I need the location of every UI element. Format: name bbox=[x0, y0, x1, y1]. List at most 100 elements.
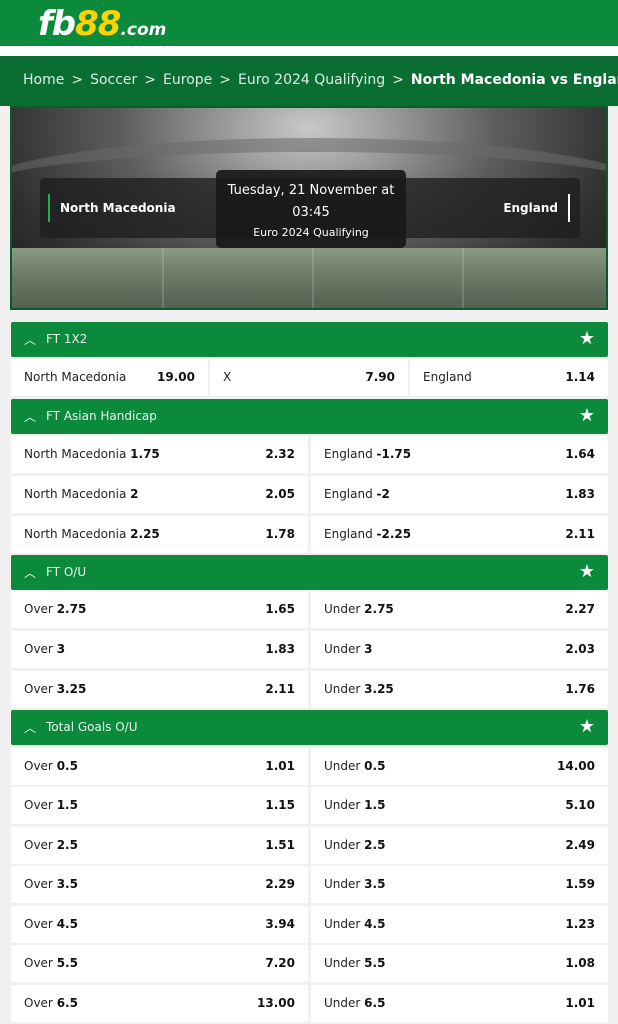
selection-label: Over 3.5 bbox=[24, 877, 78, 891]
breadcrumb-europe[interactable]: Europe bbox=[163, 72, 212, 88]
handicap-line: -2 bbox=[376, 487, 390, 501]
goal-line: 4.5 bbox=[364, 917, 386, 931]
pitch-stripe bbox=[162, 248, 164, 308]
odds-value: 2.27 bbox=[565, 602, 595, 616]
handicap-line: 2 bbox=[130, 487, 139, 501]
odds-cell-over[interactable]: Over 2.75 1.65 bbox=[11, 591, 308, 628]
total-goals-row: Over 1.5 1.15 Under 1.5 5.10 bbox=[11, 787, 608, 824]
handicap-line: 1.75 bbox=[130, 447, 160, 461]
odds-cell-over[interactable]: Over 6.5 13.00 bbox=[11, 985, 308, 1022]
odds-cell-over[interactable]: Over 3.5 2.29 bbox=[11, 866, 308, 903]
odds-cell-under[interactable]: Under 0.5 14.00 bbox=[311, 748, 608, 785]
under-label: Under bbox=[324, 956, 361, 970]
under-label: Under bbox=[324, 759, 361, 773]
over-label: Over bbox=[24, 838, 53, 852]
odds-cell-under[interactable]: Under 3.5 1.59 bbox=[311, 866, 608, 903]
selection-label: Over 2.5 bbox=[24, 838, 78, 852]
odds-cell-under[interactable]: Under 2.75 2.27 bbox=[311, 591, 608, 628]
odds-cell-draw[interactable]: X 7.90 bbox=[210, 359, 408, 396]
goal-line: 2.75 bbox=[364, 602, 394, 616]
market-title: FT Asian Handicap bbox=[46, 409, 157, 423]
selection-label: North Macedonia bbox=[24, 370, 127, 384]
selection-label: Over 2.75 bbox=[24, 602, 86, 616]
fb88-logo[interactable]: fb88.com bbox=[38, 4, 166, 44]
odds-value: 3.94 bbox=[265, 917, 295, 931]
odds-cell-away[interactable]: England -2.25 2.11 bbox=[311, 516, 608, 553]
odds-cell-over[interactable]: Over 4.5 3.94 bbox=[11, 906, 308, 943]
chevron-up-icon[interactable]: ︿ bbox=[24, 408, 36, 425]
star-icon[interactable]: ★ bbox=[579, 405, 595, 426]
breadcrumb-league[interactable]: Euro 2024 Qualifying bbox=[238, 72, 385, 88]
over-label: Over bbox=[24, 602, 53, 616]
odds-cell-under[interactable]: Under 3 2.03 bbox=[311, 631, 608, 668]
odds-cell-under[interactable]: Under 3.25 1.76 bbox=[311, 671, 608, 708]
match-datetime-box: Tuesday, 21 November at 03:45 Euro 2024 Q… bbox=[216, 170, 406, 248]
selection-label: England -2 bbox=[324, 487, 390, 501]
selection-label: Under 0.5 bbox=[324, 759, 385, 773]
match-hero-banner: North Macedonia England Tuesday, 21 Nove… bbox=[10, 106, 608, 310]
over-label: Over bbox=[24, 996, 53, 1010]
odds-cell-over[interactable]: Over 2.5 1.51 bbox=[11, 827, 308, 864]
odds-cell-home[interactable]: North Macedonia 19.00 bbox=[11, 359, 208, 396]
odds-cell-under[interactable]: Under 4.5 1.23 bbox=[311, 906, 608, 943]
goal-line: 6.5 bbox=[56, 996, 78, 1010]
odds-cell-under[interactable]: Under 2.5 2.49 bbox=[311, 827, 608, 864]
handicap-row: North Macedonia 2.25 1.78 England -2.25 … bbox=[11, 516, 608, 553]
selection-label: Over 6.5 bbox=[24, 996, 78, 1010]
odds-value: 2.03 bbox=[565, 642, 595, 656]
ft-1x2-row: North Macedonia 19.00 X 7.90 England 1.1… bbox=[11, 359, 608, 396]
odds-value: 13.00 bbox=[257, 996, 295, 1010]
odds-cell-away[interactable]: England 1.14 bbox=[410, 359, 608, 396]
goal-line: 3.5 bbox=[56, 877, 78, 891]
chevron-up-icon[interactable]: ︿ bbox=[24, 719, 36, 736]
logo-fb: fb bbox=[38, 4, 76, 44]
breadcrumb-bar: Home > Soccer > Europe > Euro 2024 Qualifying >… bbox=[0, 56, 618, 106]
total-goals-row: Over 2.5 1.51 Under 2.5 2.49 bbox=[11, 827, 608, 864]
odds-value: 1.83 bbox=[265, 642, 295, 656]
odds-cell-away[interactable]: England -1.75 1.64 bbox=[311, 436, 608, 473]
selection-label: England -2.25 bbox=[324, 527, 411, 541]
total-goals-row: Over 4.5 3.94 Under 4.5 1.23 bbox=[11, 906, 608, 943]
goal-line: 2.5 bbox=[364, 838, 386, 852]
market-header-ft-ou[interactable]: ︿ FT O/U ★ bbox=[11, 555, 608, 590]
chevron-up-icon[interactable]: ︿ bbox=[24, 564, 36, 581]
odds-cell-over[interactable]: Over 0.5 1.01 bbox=[11, 748, 308, 785]
odds-value: 1.51 bbox=[265, 838, 295, 852]
selection-label: Under 3.25 bbox=[324, 682, 394, 696]
odds-cell-home[interactable]: North Macedonia 2.25 1.78 bbox=[11, 516, 308, 553]
breadcrumb-separator: > bbox=[71, 72, 84, 88]
odds-value: 2.05 bbox=[265, 487, 295, 501]
odds-value: 1.14 bbox=[565, 370, 595, 384]
odds-cell-away[interactable]: England -2 1.83 bbox=[311, 476, 608, 513]
team-name: North Macedonia bbox=[24, 447, 127, 461]
chevron-up-icon[interactable]: ︿ bbox=[24, 331, 36, 348]
odds-cell-under[interactable]: Under 5.5 1.08 bbox=[311, 945, 608, 982]
odds-cell-home[interactable]: North Macedonia 1.75 2.32 bbox=[11, 436, 308, 473]
breadcrumb-home[interactable]: Home bbox=[23, 72, 64, 88]
handicap-row: North Macedonia 1.75 2.32 England -1.75 … bbox=[11, 436, 608, 473]
odds-cell-home[interactable]: North Macedonia 2 2.05 bbox=[11, 476, 308, 513]
breadcrumb-soccer[interactable]: Soccer bbox=[90, 72, 137, 88]
star-icon[interactable]: ★ bbox=[579, 561, 595, 582]
odds-cell-over[interactable]: Over 3 1.83 bbox=[11, 631, 308, 668]
odds-cell-over[interactable]: Over 3.25 2.11 bbox=[11, 671, 308, 708]
under-label: Under bbox=[324, 798, 361, 812]
selection-label: North Macedonia 2.25 bbox=[24, 527, 160, 541]
market-header-total-goals[interactable]: ︿ Total Goals O/U ★ bbox=[11, 710, 608, 745]
odds-cell-under[interactable]: Under 6.5 1.01 bbox=[311, 985, 608, 1022]
star-icon[interactable]: ★ bbox=[579, 328, 595, 349]
selection-label: Under 2.5 bbox=[324, 838, 385, 852]
away-team-name: England bbox=[503, 194, 570, 222]
selection-label: England -1.75 bbox=[324, 447, 411, 461]
odds-cell-over[interactable]: Over 5.5 7.20 bbox=[11, 945, 308, 982]
breadcrumb-current: North Macedonia vs England bbox=[410, 72, 618, 88]
market-header-asian-handicap[interactable]: ︿ FT Asian Handicap ★ bbox=[11, 399, 608, 434]
odds-value: 1.83 bbox=[565, 487, 595, 501]
breadcrumb-separator: > bbox=[144, 72, 157, 88]
goal-line: 3.25 bbox=[364, 682, 394, 696]
goal-line: 5.5 bbox=[364, 956, 386, 970]
odds-cell-over[interactable]: Over 1.5 1.15 bbox=[11, 787, 308, 824]
odds-cell-under[interactable]: Under 1.5 5.10 bbox=[311, 787, 608, 824]
market-header-ft-1x2[interactable]: ︿ FT 1X2 ★ bbox=[11, 322, 608, 357]
star-icon[interactable]: ★ bbox=[579, 716, 595, 737]
